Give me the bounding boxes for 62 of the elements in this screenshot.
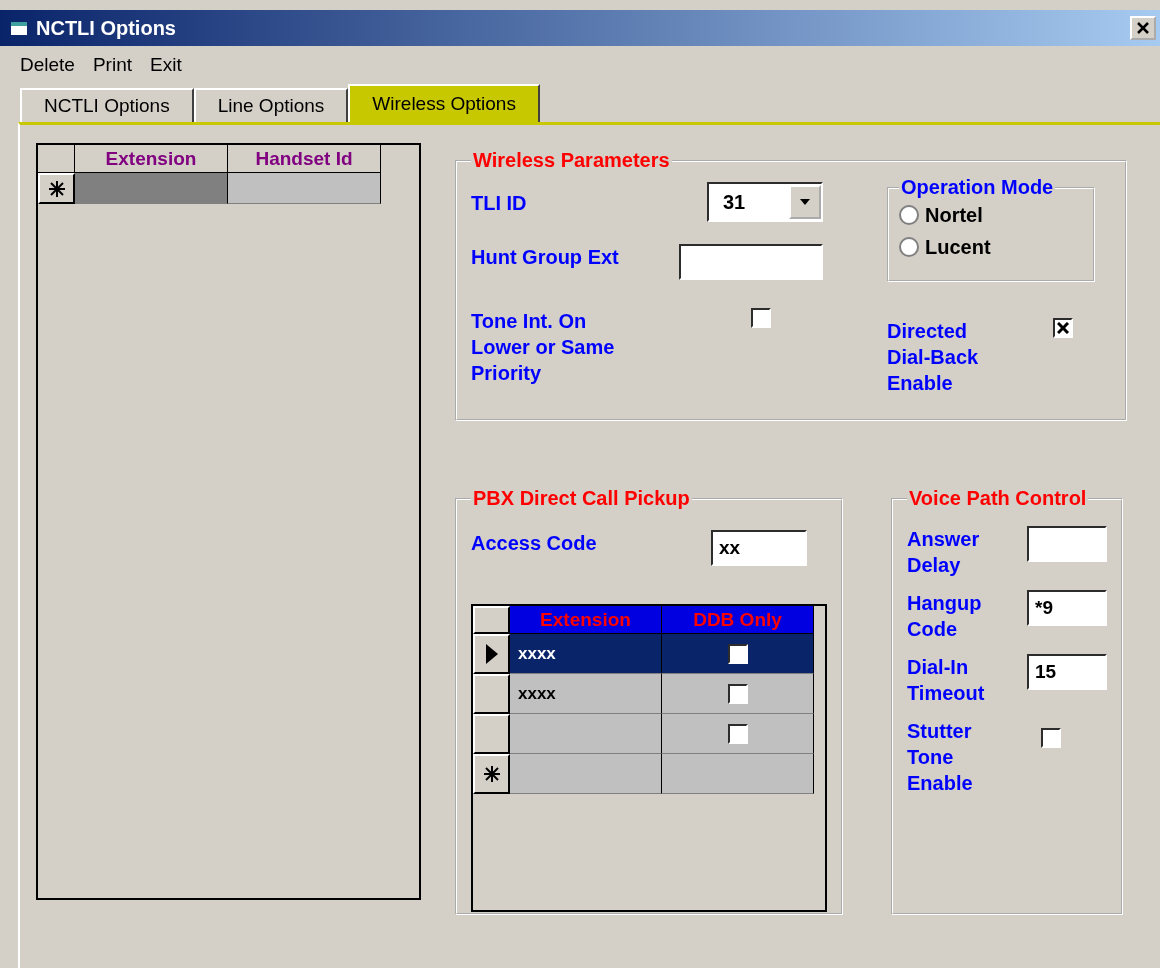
row-header[interactable] [473, 634, 510, 674]
group-title: Voice Path Control [908, 487, 1088, 510]
asterisk-icon [482, 765, 501, 783]
group-title: Operation Mode [900, 176, 1055, 199]
window-title: NCTLI Options [36, 16, 177, 40]
field-label: Stutter Tone Enable [907, 719, 974, 796]
tab[interactable]: Line Options [193, 88, 349, 122]
field-label: Answer Delay [907, 527, 981, 578]
table-cell[interactable]: xxxx [510, 674, 662, 714]
input-field[interactable]: xx [711, 530, 807, 566]
table-cell[interactable] [228, 173, 381, 204]
field-label: Tone Int. On Lower or Same Priority [471, 309, 616, 386]
input-field[interactable]: *9 [1027, 590, 1107, 626]
checkbox[interactable] [751, 308, 771, 328]
radio-label: Nortel [925, 203, 983, 227]
radio-button[interactable] [899, 237, 919, 257]
radio-label: Lucent [925, 235, 991, 259]
group-title: Wireless Parameters [472, 149, 671, 172]
checkbox[interactable] [727, 683, 748, 704]
menu-item[interactable]: Print [92, 54, 132, 76]
row-pointer-icon [485, 644, 498, 664]
field-label: Directed Dial-Back Enable [887, 319, 980, 396]
dropdown-button[interactable] [789, 185, 821, 219]
tab[interactable]: NCTLI Options [20, 88, 194, 122]
radio-button[interactable] [899, 205, 919, 225]
table-cell[interactable] [510, 714, 662, 754]
checkbox[interactable] [727, 723, 748, 744]
row-header[interactable] [473, 714, 510, 754]
input-field[interactable] [679, 244, 823, 280]
table-cell[interactable] [662, 714, 814, 754]
field-label: Access Code [471, 531, 597, 556]
column-header[interactable]: Handset Id [228, 145, 381, 173]
menu-item[interactable]: Delete [20, 54, 75, 76]
checkbox[interactable] [1041, 728, 1061, 748]
field-label: TLI ID [471, 191, 527, 216]
column-header[interactable]: Extension [75, 145, 228, 173]
dropdown-value: 31 [722, 190, 747, 214]
group-title: PBX Direct Call Pickup [472, 487, 691, 510]
field-label: Dial-In Timeout [907, 655, 986, 706]
checkbox[interactable] [727, 643, 748, 664]
row-header[interactable] [473, 674, 510, 714]
row-header[interactable] [38, 173, 75, 204]
row-header[interactable] [473, 754, 510, 794]
close-icon [1136, 21, 1150, 35]
input-field[interactable] [1027, 526, 1107, 562]
caret-icon [800, 199, 810, 205]
tli-id-dropdown[interactable]: 31 [707, 182, 823, 222]
table-cell[interactable] [75, 173, 228, 204]
asterisk-icon [47, 179, 66, 198]
table-cell[interactable] [662, 674, 814, 714]
field-label: Hangup Code [907, 591, 983, 642]
tab[interactable]: Wireless Options [348, 84, 540, 122]
table-cell[interactable]: xxxx [510, 634, 662, 674]
table-cell[interactable] [662, 634, 814, 674]
field-label: Hunt Group Ext [471, 245, 619, 270]
menu-item[interactable]: Exit [150, 54, 182, 76]
checkbox[interactable] [1053, 318, 1073, 338]
input-field[interactable]: 15 [1027, 654, 1107, 690]
window-icon [10, 19, 30, 37]
table-cell[interactable] [662, 754, 814, 794]
close-button[interactable] [1130, 16, 1156, 40]
table-cell[interactable] [510, 754, 662, 794]
